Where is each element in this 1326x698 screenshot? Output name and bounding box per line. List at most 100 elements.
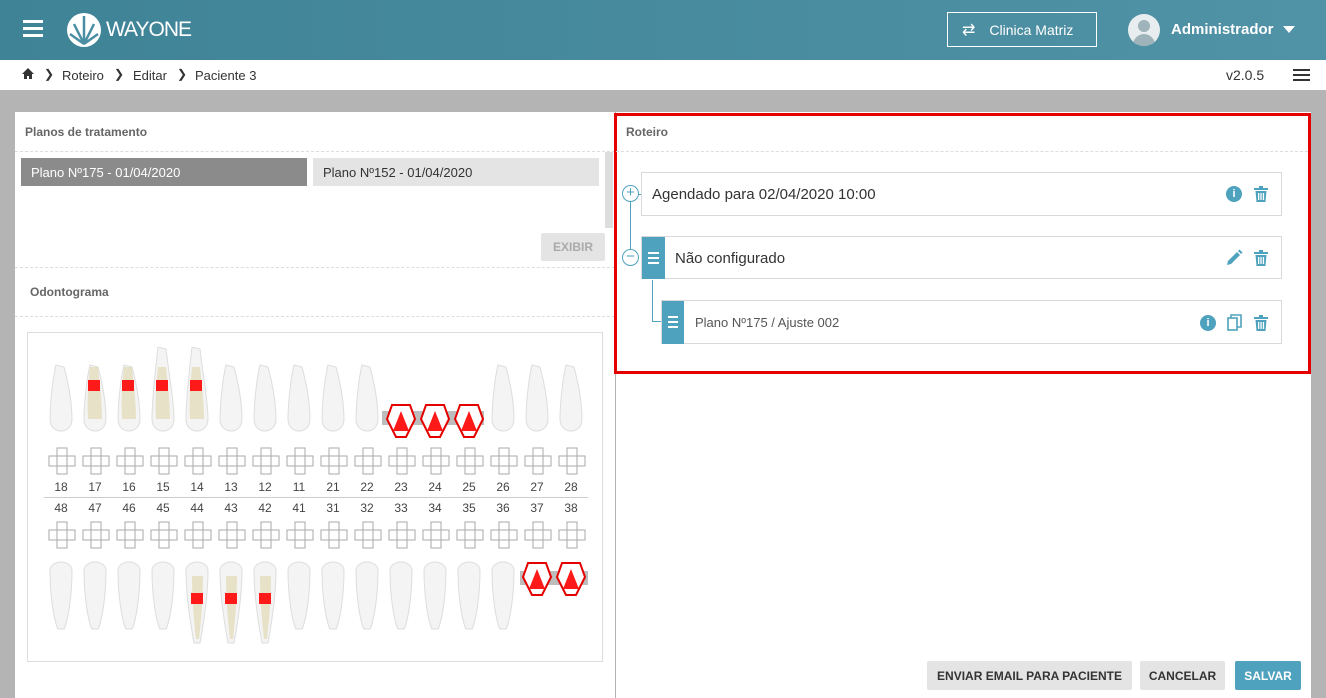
upper-surface-selector[interactable] [82,447,110,475]
upper-surface-selector[interactable] [422,447,450,475]
chevron-down-icon[interactable] [1283,26,1295,33]
plan-tab-175[interactable]: Plano Nº175 - 01/04/2020 [21,158,307,186]
tooth[interactable] [284,551,314,646]
plan-adjust-node[interactable]: Plano Nº175 / Ajuste 002 i [661,300,1282,344]
upper-surface-selector[interactable] [252,447,280,475]
upper-surface-selector[interactable] [388,447,416,475]
lower-surface-selector[interactable] [150,521,178,549]
list-view-icon[interactable] [1293,69,1310,81]
save-button[interactable]: SALVAR [1235,661,1301,690]
send-email-button[interactable]: ENVIAR EMAIL PARA PACIENTE [927,661,1132,690]
tooth[interactable] [216,347,246,442]
pencil-icon[interactable] [1226,249,1243,271]
lower-surface-selector[interactable] [320,521,348,549]
lower-surface-selector[interactable] [184,521,212,549]
lower-surface-selector[interactable] [252,521,280,549]
upper-surface-selector[interactable] [184,447,212,475]
upper-surface-selector[interactable] [558,447,586,475]
collapse-icon[interactable]: − [622,249,639,266]
tooth[interactable] [488,551,518,646]
tooth-lesion-marker[interactable] [520,559,554,597]
tooth[interactable] [148,551,178,646]
copy-icon[interactable] [1227,314,1242,336]
tooth[interactable] [182,551,212,646]
tooth[interactable] [386,551,416,646]
trash-icon[interactable] [1254,186,1268,207]
tooth[interactable] [420,551,450,646]
tooth-number-16: 16 [122,480,136,494]
avatar[interactable] [1128,14,1160,46]
drag-handle-icon[interactable] [662,301,684,344]
home-icon[interactable] [21,67,35,83]
lower-surface-selector[interactable] [524,521,552,549]
logo-text: WAYONE [106,18,192,41]
trash-icon[interactable] [1254,250,1268,271]
tooth[interactable] [352,551,382,646]
schedule-node[interactable]: Agendado para 02/04/2020 10:00 i [641,172,1282,216]
lower-surface-selector[interactable] [82,521,110,549]
info-icon[interactable]: i [1200,315,1216,331]
cancel-button[interactable]: CANCELAR [1140,661,1225,690]
tooth[interactable] [114,551,144,646]
clinic-switch-button[interactable]: ⇄ Clinica Matriz [947,12,1097,47]
tooth[interactable] [148,347,178,442]
upper-surface-selector[interactable] [286,447,314,475]
tooth[interactable] [556,347,586,442]
user-name[interactable]: Administrador [1171,21,1274,38]
upper-surface-selector[interactable] [150,447,178,475]
tooth[interactable] [522,347,552,442]
upper-surface-selector[interactable] [218,447,246,475]
tooth-lesion-marker[interactable] [384,401,418,439]
tooth[interactable] [352,347,382,442]
tooth[interactable] [46,551,76,646]
tooth[interactable] [216,551,246,646]
lower-surface-selector[interactable] [558,521,586,549]
tooth-number-36: 36 [496,501,510,515]
upper-surface-selector[interactable] [456,447,484,475]
info-icon[interactable]: i [1226,186,1242,202]
lower-surface-selector[interactable] [218,521,246,549]
hamburger-menu-icon[interactable] [23,20,43,38]
lower-surface-selector[interactable] [354,521,382,549]
tooth[interactable] [284,347,314,442]
lower-surface-selector[interactable] [490,521,518,549]
lower-surface-selector[interactable] [116,521,144,549]
tooth[interactable] [46,347,76,442]
tooth-number-15: 15 [156,480,170,494]
tooth-number-44: 44 [190,501,204,515]
upper-surface-selector[interactable] [320,447,348,475]
tooth-lesion-marker[interactable] [418,401,452,439]
tooth[interactable] [454,551,484,646]
upper-surface-selector[interactable] [354,447,382,475]
exhibit-button[interactable]: EXIBIR [541,233,605,261]
drag-handle-icon[interactable] [642,237,665,279]
upper-surface-selector[interactable] [524,447,552,475]
upper-surface-selector[interactable] [48,447,76,475]
tooth[interactable] [182,347,212,442]
tooth-lesion-marker[interactable] [554,559,588,597]
upper-surface-selector[interactable] [116,447,144,475]
breadcrumb-item[interactable]: Roteiro [62,68,104,83]
tooth[interactable] [80,551,110,646]
expand-icon[interactable]: + [622,185,639,202]
scrollbar[interactable] [605,152,613,228]
upper-surface-selector[interactable] [490,447,518,475]
not-configured-node[interactable]: Não configurado [641,236,1282,279]
tooth[interactable] [80,347,110,442]
trash-icon[interactable] [1254,315,1268,336]
tooth-number-33: 33 [394,501,408,515]
lower-surface-selector[interactable] [388,521,416,549]
tooth[interactable] [114,347,144,442]
tooth[interactable] [250,347,280,442]
breadcrumb-item[interactable]: Editar [133,68,167,83]
tooth[interactable] [318,347,348,442]
lower-surface-selector[interactable] [456,521,484,549]
lower-surface-selector[interactable] [286,521,314,549]
tooth[interactable] [250,551,280,646]
tooth-lesion-marker[interactable] [452,401,486,439]
lower-surface-selector[interactable] [48,521,76,549]
tooth[interactable] [488,347,518,442]
lower-surface-selector[interactable] [422,521,450,549]
plan-tab-152[interactable]: Plano Nº152 - 01/04/2020 [313,158,599,186]
tooth[interactable] [318,551,348,646]
